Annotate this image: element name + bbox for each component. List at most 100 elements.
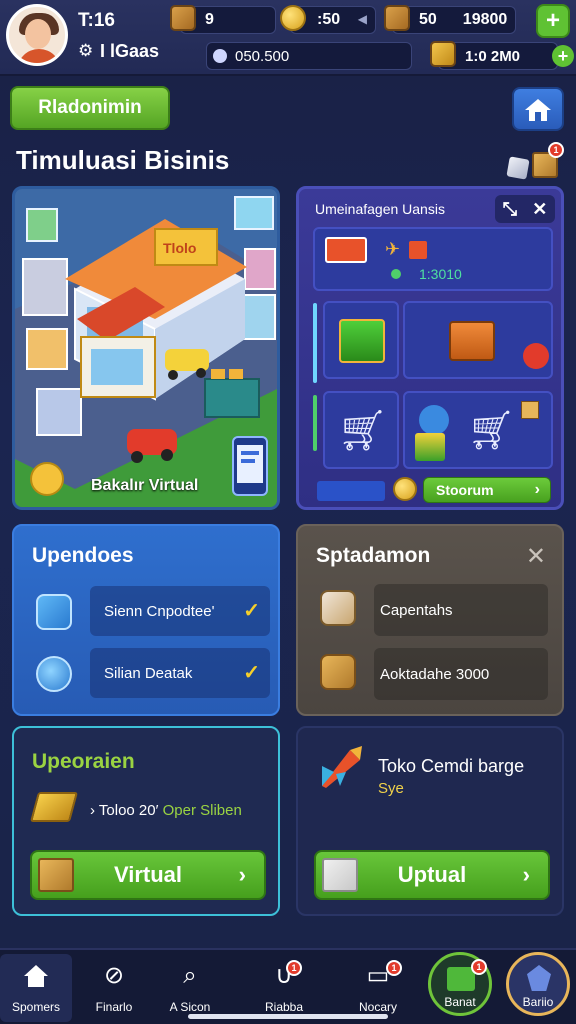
market-slot-goods[interactable] bbox=[403, 301, 553, 379]
box-icon bbox=[384, 5, 410, 31]
clock-time: T:16 bbox=[78, 10, 115, 31]
robot-icon bbox=[419, 405, 449, 435]
market-slot-cart[interactable]: 🛒︎ bbox=[323, 391, 399, 469]
cube-icon bbox=[506, 156, 530, 180]
nav-item-bank[interactable]: 1 Banat bbox=[428, 952, 492, 1016]
update-item[interactable]: Sienn Cnpodtee' ✓ bbox=[90, 586, 270, 636]
updates-heading: Upendoes bbox=[32, 544, 134, 567]
uptual-button[interactable]: Uptual › bbox=[314, 850, 550, 900]
gems-count: 050.500 bbox=[235, 47, 290, 65]
scooter-icon bbox=[523, 343, 549, 369]
cart-full-icon: 🛒︎ bbox=[467, 410, 516, 452]
update-item[interactable]: Silian Deatak ✓ bbox=[90, 648, 270, 698]
update-item-label: Silian Deatak bbox=[104, 664, 193, 682]
special-panel: Sptadamon ✕ Capentahs Aoktadahe 3000 bbox=[296, 524, 564, 716]
nav-label: A Sicon bbox=[169, 1000, 211, 1014]
box-icon bbox=[38, 858, 74, 892]
supplies-icon bbox=[320, 590, 356, 626]
nav-badge: 1 bbox=[471, 959, 487, 975]
goods-stack-icon bbox=[449, 321, 495, 361]
special-item-label: Aoktadahe 3000 bbox=[380, 665, 490, 683]
nav-item-finance[interactable]: ⊘ Finarlo bbox=[78, 954, 150, 1022]
update-item-label: Sienn Cnpodtee' bbox=[104, 602, 215, 620]
collapse-icon[interactable]: ⤡ bbox=[503, 199, 517, 220]
check-icon: ✓ bbox=[243, 600, 260, 622]
package-icon[interactable]: 1 bbox=[532, 142, 564, 178]
plane-icon: ✈ bbox=[385, 239, 401, 259]
phone-icon bbox=[36, 656, 72, 692]
operations-line-prefix: › Toloo 20′ bbox=[90, 802, 163, 819]
nav-item-search[interactable]: ⌕ A Sicon bbox=[154, 954, 226, 1022]
avatar[interactable] bbox=[6, 4, 68, 66]
check-icon: ✓ bbox=[243, 662, 260, 684]
market-coin-icon bbox=[393, 477, 417, 501]
add-gold-button[interactable]: + bbox=[552, 45, 574, 67]
special-heading: Sptadamon bbox=[316, 544, 431, 567]
box-icon bbox=[322, 858, 358, 892]
home-button[interactable] bbox=[512, 87, 564, 131]
home-indicator bbox=[188, 1014, 388, 1019]
virtual-button[interactable]: Virtual › bbox=[30, 850, 266, 900]
add-resources-button[interactable]: + bbox=[536, 4, 570, 38]
shop-stall-icon bbox=[339, 319, 385, 363]
market-item-card[interactable]: ✈ 1:3010 bbox=[313, 227, 553, 291]
username: I lGaas bbox=[100, 41, 160, 61]
boxes-pill: 50 19800 bbox=[392, 6, 516, 34]
nav-badge: 1 bbox=[286, 960, 302, 976]
city-caption: Bakalır Virtual bbox=[91, 477, 199, 494]
nav-item-home[interactable]: Spomers bbox=[0, 954, 72, 1022]
city-illustration: Tlolo bbox=[15, 189, 277, 507]
status-dot-icon bbox=[391, 269, 401, 279]
crate-icon bbox=[170, 5, 196, 31]
small-box-icon bbox=[521, 401, 539, 419]
gold-bars-icon bbox=[29, 792, 79, 822]
chevron-right-icon: › bbox=[534, 481, 540, 498]
chevron-right-icon: › bbox=[238, 862, 246, 887]
close-icon[interactable]: ✕ bbox=[526, 542, 546, 571]
avatar-body bbox=[17, 49, 61, 63]
gems-pill: 050.500 bbox=[206, 42, 412, 70]
market-level-bar bbox=[317, 481, 385, 501]
special-item[interactable]: Capentahs bbox=[374, 584, 548, 636]
nav-badge: 1 bbox=[386, 960, 402, 976]
bottom-nav: Spomers ⊘ Finarlo ⌕ A Sicon ∪ 1 Riabba ▭… bbox=[0, 948, 576, 1024]
market-panel: Umeinafagen Uansis ⤡ ✕ ✈ 1:3010 🛒︎ 🛒︎ St… bbox=[296, 186, 564, 510]
nav-item-inventory[interactable]: ▭ 1 Nocary bbox=[342, 954, 414, 1022]
total-count: 19800 bbox=[462, 11, 508, 28]
coin-icon bbox=[280, 5, 306, 31]
operations-panel: Upeoraien › Toloo 20′ Oper Sliben Virtua… bbox=[12, 726, 280, 916]
operations-heading: Upeoraien bbox=[32, 750, 135, 773]
billboard-icon bbox=[325, 237, 367, 263]
shop-sign-text: Tlolo bbox=[163, 240, 196, 256]
operations-line: › Toloo 20′ Oper Sliben bbox=[90, 802, 242, 819]
bank-icon bbox=[447, 967, 475, 991]
special-item[interactable]: Aoktadahe 3000 bbox=[374, 648, 548, 700]
store-button[interactable]: Stoorum › bbox=[423, 477, 551, 503]
gold-pill: 1:0 2M0 bbox=[438, 42, 558, 70]
market-controls: ⤡ ✕ bbox=[495, 195, 555, 223]
gear-icon[interactable]: ⚙ bbox=[78, 42, 96, 60]
gold-count: 1:0 2M0 bbox=[465, 47, 521, 65]
nav-label: Riabba bbox=[264, 1000, 304, 1014]
virtual-button-label: Virtual bbox=[113, 862, 183, 887]
nav-item-profile[interactable]: Bariio bbox=[506, 952, 570, 1016]
compass-icon: ⊘ bbox=[103, 962, 125, 989]
market-progress-bar bbox=[313, 303, 317, 383]
nav-label: Banat bbox=[444, 995, 476, 1009]
shield-icon bbox=[527, 965, 551, 991]
uptual-button-label: Uptual bbox=[397, 862, 467, 887]
close-icon[interactable]: ✕ bbox=[532, 199, 547, 220]
shopping-cart-icon: 🛒︎ bbox=[337, 409, 388, 453]
market-slot-carts[interactable]: 🛒︎ bbox=[403, 391, 553, 469]
city-panel[interactable]: Tlolo Bakalır Virtual bbox=[12, 186, 280, 510]
rocket-icon bbox=[322, 746, 362, 788]
nav-label: Bariio bbox=[522, 995, 554, 1009]
package-badge: 1 bbox=[548, 142, 564, 158]
nav-label: Spomers bbox=[11, 1000, 61, 1014]
updates-panel: Upendoes Sienn Cnpodtee' ✓ Silian Deatak… bbox=[12, 524, 280, 716]
market-slot-shop[interactable] bbox=[323, 301, 399, 379]
home-icon bbox=[525, 99, 551, 121]
nav-item-alerts[interactable]: ∪ 1 Riabba bbox=[248, 954, 320, 1022]
primary-action-button[interactable]: Rladonimin bbox=[10, 86, 170, 130]
flag-icon bbox=[409, 241, 427, 259]
